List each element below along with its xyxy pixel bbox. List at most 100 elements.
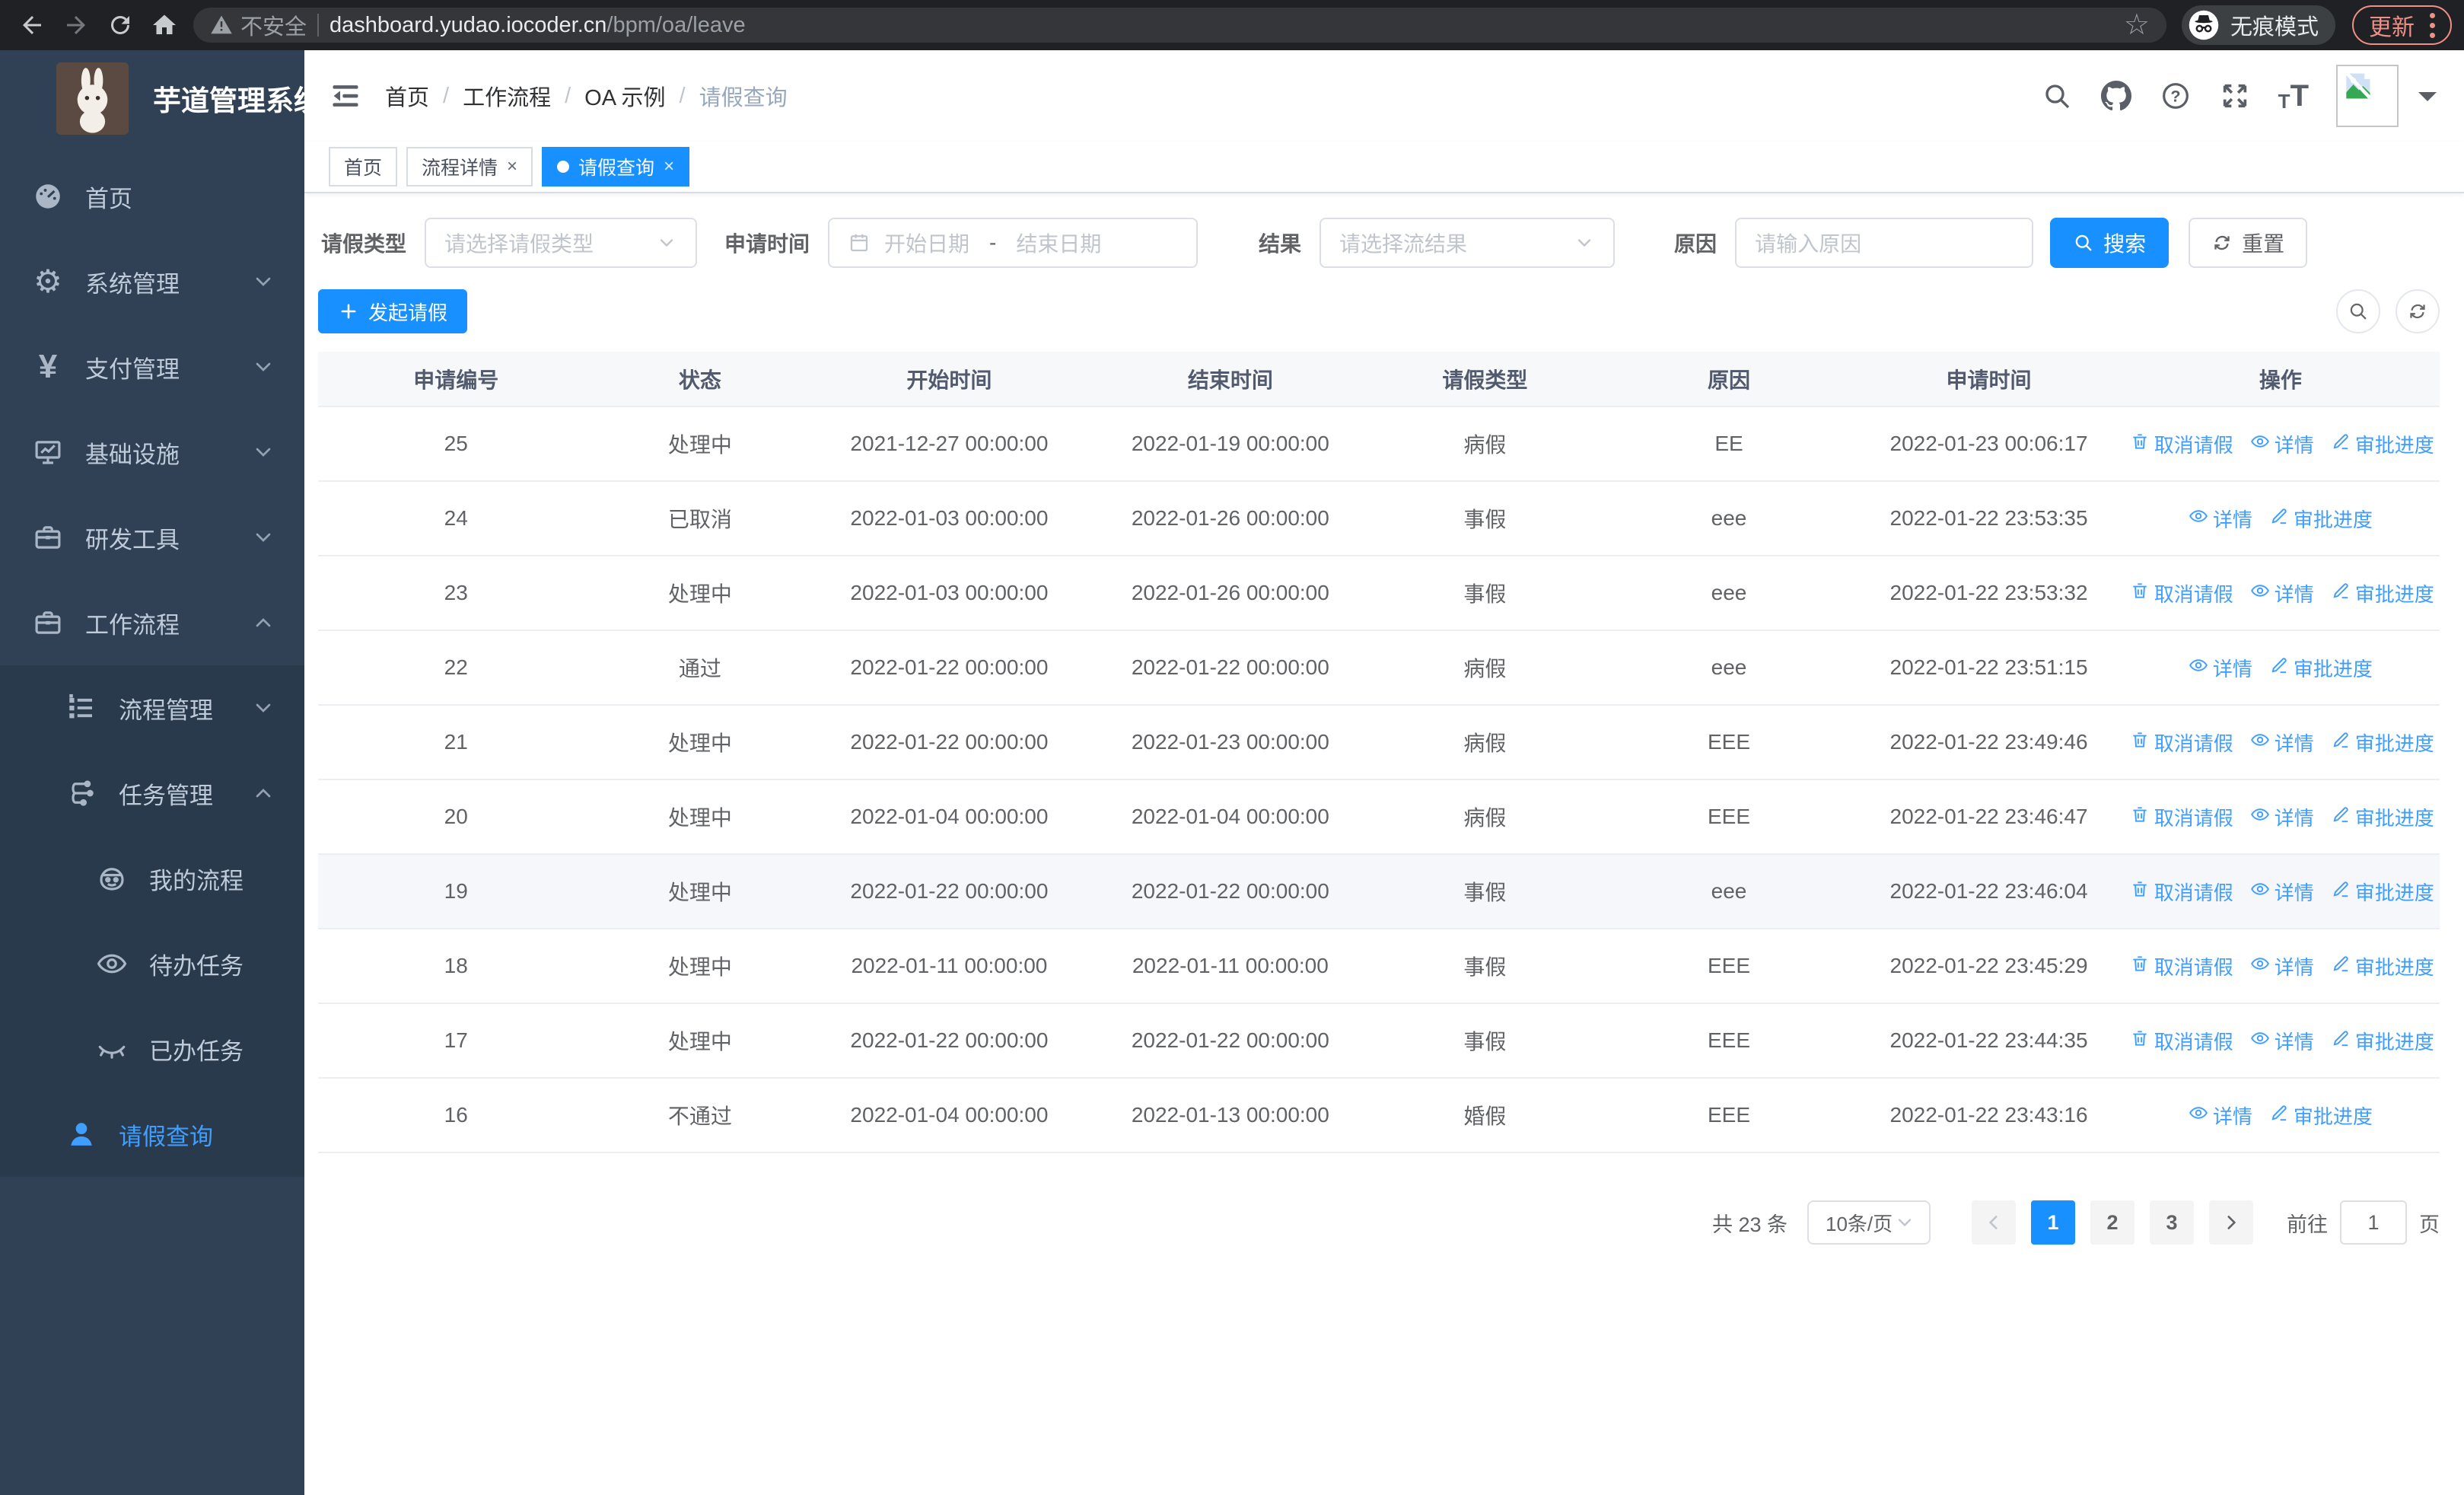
detail-action-link[interactable]: 详情	[2250, 1027, 2314, 1055]
avatar[interactable]	[2336, 65, 2399, 127]
page-button-3[interactable]: 3	[2150, 1200, 2194, 1245]
toggle-search-button[interactable]	[2336, 289, 2380, 333]
leave-type-select[interactable]: 请选择请假类型	[425, 218, 698, 268]
browser-home-button[interactable]	[145, 5, 184, 45]
progress-action-link[interactable]: 审批进度	[2331, 728, 2434, 757]
sidebar-item-我的流程[interactable]: 我的流程	[0, 836, 304, 921]
sidebar-item-系统管理[interactable]: ⚙ 系统管理	[0, 239, 304, 324]
breadcrumb-item-工作流程[interactable]: 工作流程	[463, 80, 551, 112]
page-size-select[interactable]: 10条/页	[1807, 1200, 1931, 1245]
address-bar[interactable]: 不安全 dashboard.yudao.iocoder.cn/bpm/oa/le…	[193, 8, 2166, 43]
search-icon[interactable]	[2041, 80, 2073, 112]
detail-action-link[interactable]: 详情	[2250, 430, 2314, 458]
detail-action-link[interactable]: 详情	[2250, 803, 2314, 831]
sidebar-item-支付管理[interactable]: ¥ 支付管理	[0, 324, 304, 410]
sidebar-item-首页[interactable]: 首页	[0, 154, 304, 239]
detail-action-link[interactable]: 详情	[2189, 1101, 2252, 1130]
search-button[interactable]: 搜索	[2050, 218, 2170, 268]
reset-button[interactable]: 重置	[2189, 218, 2308, 268]
cancel-action-link[interactable]: 取消请假	[2130, 579, 2233, 607]
cancel-action-link[interactable]: 取消请假	[2130, 1027, 2233, 1055]
progress-action-link[interactable]: 审批进度	[2269, 505, 2373, 533]
breadcrumb-item-首页[interactable]: 首页	[385, 80, 429, 112]
detail-action-link[interactable]: 详情	[2250, 579, 2314, 607]
prev-page-button[interactable]	[1972, 1200, 2016, 1245]
page-button-1[interactable]: 1	[2031, 1200, 2075, 1245]
cell-end: 2022-01-22 00:00:00	[1092, 630, 1369, 706]
sidebar-item-研发工具[interactable]: 研发工具	[0, 495, 304, 580]
start-date-input[interactable]: 开始日期	[884, 228, 969, 258]
action-label: 取消请假	[2154, 881, 2233, 904]
sidebar-item-工作流程[interactable]: 工作流程	[0, 580, 304, 665]
detail-action-link[interactable]: 详情	[2250, 728, 2314, 757]
cell-actions: 取消请假 详情 审批进度	[2121, 705, 2440, 780]
pagination: 共 23 条 10条/页 123 前往 页	[318, 1200, 2440, 1245]
cancel-action-link[interactable]: 取消请假	[2130, 803, 2233, 831]
help-icon[interactable]: ?	[2160, 80, 2192, 112]
avatar-caret-icon[interactable]	[2418, 92, 2437, 110]
sidebar-item-已办任务[interactable]: 已办任务	[0, 1006, 304, 1092]
progress-action-link[interactable]: 审批进度	[2331, 803, 2434, 831]
tab-close-icon[interactable]: ×	[507, 156, 517, 177]
cell-applied: 2022-01-22 23:46:04	[1856, 854, 2122, 929]
sidebar-collapse-icon[interactable]	[329, 79, 362, 113]
sidebar-item-任务管理[interactable]: 任务管理	[0, 751, 304, 836]
detail-action-link[interactable]: 详情	[2189, 505, 2252, 533]
progress-action-link[interactable]: 审批进度	[2269, 654, 2373, 682]
action-label: 详情	[2212, 657, 2252, 681]
sidebar-item-基础设施[interactable]: 基础设施	[0, 410, 304, 495]
progress-action-link[interactable]: 审批进度	[2331, 1027, 2434, 1055]
browser-reload-button[interactable]	[100, 5, 140, 45]
fullscreen-icon[interactable]	[2219, 80, 2251, 112]
bookmark-star-icon[interactable]: ☆	[2124, 11, 2150, 40]
result-select[interactable]: 请选择流结果	[1320, 218, 1616, 268]
tab-首页[interactable]: 首页	[329, 147, 398, 186]
browser-forward-button[interactable]	[56, 5, 96, 45]
browser-menu-icon[interactable]	[2430, 12, 2435, 38]
apply-time-range-picker[interactable]: 开始日期 - 结束日期	[828, 218, 1199, 268]
tab-流程详情[interactable]: 流程详情 ×	[406, 147, 533, 186]
action-label: 详情	[2274, 732, 2314, 755]
chevron-left-icon	[1988, 1216, 1998, 1229]
sidebar-logo-row[interactable]: 芋道管理系统	[0, 50, 304, 146]
table-row: 20 处理中 2022-01-04 00:00:00 2022-01-04 00:00…	[318, 779, 2440, 855]
cell-start: 2022-01-22 00:00:00	[806, 1003, 1093, 1079]
detail-action-link[interactable]: 详情	[2189, 654, 2252, 682]
progress-action-link[interactable]: 审批进度	[2331, 430, 2434, 458]
browser-back-button[interactable]	[12, 5, 52, 45]
tab-请假查询[interactable]: 请假查询 ×	[542, 147, 690, 186]
browser-update-button[interactable]: 更新	[2352, 5, 2452, 45]
tab-close-icon[interactable]: ×	[664, 156, 674, 177]
end-date-input[interactable]: 结束日期	[1016, 228, 1101, 258]
not-secure-chip[interactable]: 不安全	[210, 9, 307, 41]
reason-input[interactable]: 请输入原因	[1735, 218, 2034, 268]
sidebar-item-流程管理[interactable]: 流程管理	[0, 665, 304, 751]
detail-action-link[interactable]: 详情	[2250, 952, 2314, 980]
sidebar-item-请假查询[interactable]: 请假查询	[0, 1092, 304, 1177]
cancel-action-link[interactable]: 取消请假	[2130, 728, 2233, 757]
cell-applied: 2022-01-22 23:46:47	[1856, 779, 2122, 855]
refresh-table-button[interactable]	[2396, 289, 2440, 333]
font-size-icon[interactable]: TT	[2278, 81, 2309, 111]
cancel-action-link[interactable]: 取消请假	[2130, 878, 2233, 906]
cell-type: 病假	[1368, 779, 1602, 855]
breadcrumb-item-OA 示例[interactable]: OA 示例	[584, 80, 665, 112]
next-page-button[interactable]	[2209, 1200, 2253, 1245]
progress-action-link[interactable]: 审批进度	[2331, 952, 2434, 980]
cancel-action-link[interactable]: 取消请假	[2130, 430, 2233, 458]
progress-action-link[interactable]: 审批进度	[2331, 579, 2434, 607]
create-leave-button[interactable]: 发起请假	[318, 289, 468, 333]
github-icon[interactable]	[2100, 80, 2132, 112]
incognito-icon	[2189, 10, 2219, 40]
page-button-2[interactable]: 2	[2090, 1200, 2135, 1245]
goto-page-input[interactable]	[2340, 1200, 2407, 1245]
table-row: 17 处理中 2022-01-22 00:00:00 2022-01-22 00:00…	[318, 1003, 2440, 1079]
sidebar-item-待办任务[interactable]: 待办任务	[0, 921, 304, 1006]
progress-action-link[interactable]: 审批进度	[2269, 1101, 2373, 1130]
cell-end: 2022-01-26 00:00:00	[1092, 556, 1369, 631]
reason-label: 原因	[1674, 232, 1717, 256]
detail-action-link[interactable]: 详情	[2250, 878, 2314, 906]
action-label: 审批进度	[2354, 806, 2434, 830]
progress-action-link[interactable]: 审批进度	[2331, 878, 2434, 906]
cancel-action-link[interactable]: 取消请假	[2130, 952, 2233, 980]
